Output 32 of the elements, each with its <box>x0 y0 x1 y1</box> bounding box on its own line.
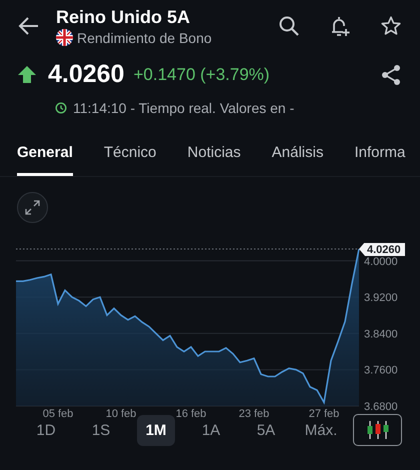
share-icon[interactable] <box>380 64 402 86</box>
tab[interactable]: Noticias <box>187 135 241 176</box>
clock-icon <box>55 102 67 114</box>
axis-label: 3.7600 <box>364 364 398 377</box>
price: 4.0260 <box>48 60 124 89</box>
tab[interactable]: Análisis <box>272 135 324 176</box>
axis-label: 05 feb <box>42 408 74 420</box>
tab[interactable]: Informa <box>354 135 406 176</box>
search-icon[interactable] <box>278 15 300 37</box>
axis-label: 3.9200 <box>364 292 398 304</box>
price-change: +0.1470 (+3.79%) <box>133 64 271 84</box>
expand-button[interactable] <box>17 192 48 223</box>
tab[interactable]: General <box>17 135 73 176</box>
time-status: 11:14:10 - Tiempo real. Valores en - <box>73 100 294 116</box>
range-button[interactable]: 1M <box>137 414 175 446</box>
title: Reino Unido 5A <box>56 6 191 28</box>
tab[interactable]: Técnico <box>104 135 156 176</box>
axis-label: 10 feb <box>106 408 136 420</box>
axis-label: 3.6800 <box>364 401 398 413</box>
axis-label: 16 feb <box>176 408 206 420</box>
flag-icon <box>56 29 73 46</box>
back-icon[interactable] <box>18 15 40 37</box>
star-icon[interactable] <box>380 15 402 37</box>
candlestick-icon <box>366 420 390 440</box>
axis-label: 27 feb <box>308 408 340 420</box>
axis-label: 23 feb <box>238 408 270 420</box>
chart-type-button[interactable] <box>353 414 402 446</box>
expand-icon <box>25 200 40 215</box>
axis-label: 4.0000 <box>364 256 398 268</box>
last-price-tag: 4.0260 <box>359 243 405 256</box>
subtitle: Rendimiento de Bono <box>77 30 212 46</box>
axis-label: 3.8400 <box>364 328 398 340</box>
